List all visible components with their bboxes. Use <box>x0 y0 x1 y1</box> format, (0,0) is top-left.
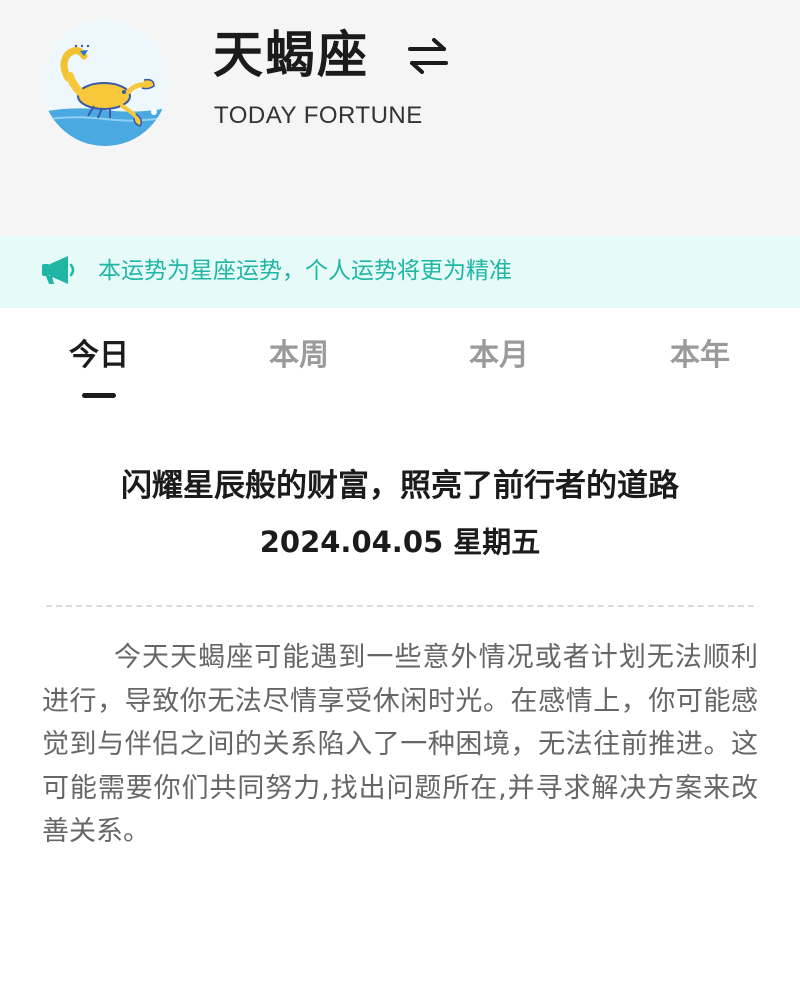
avatar <box>42 20 168 146</box>
tab-this-year[interactable]: 本年 <box>640 336 760 376</box>
fortune-headline: 闪耀星辰般的财富，照亮了前行者的道路 <box>121 468 679 504</box>
active-tab-indicator <box>82 393 116 398</box>
today-fortune-label: TODAY FORTUNE <box>214 102 423 129</box>
period-tabs: 今日 本周 本月 本年 <box>0 308 800 408</box>
header: 天蝎座 TODAY FORTUNE <box>0 0 800 236</box>
tab-this-week[interactable]: 本周 <box>239 336 359 376</box>
fortune-description: 今天天蝎座可能遇到一些意外情况或者计划无法顺利进行，导致你无法尽情享受休闲时光。… <box>42 642 758 847</box>
notice-text: 本运势为星座运势，个人运势将更为精准 <box>98 258 512 284</box>
tab-today[interactable]: 今日 <box>39 336 159 376</box>
dashed-divider <box>46 605 754 607</box>
scorpion-icon <box>42 20 168 146</box>
sign-title: 天蝎座 <box>213 26 369 84</box>
megaphone-icon <box>40 253 78 287</box>
fortune-date: 2024.04.05 星期五 <box>259 525 541 559</box>
tab-this-month[interactable]: 本月 <box>439 336 559 376</box>
swap-arrows-icon[interactable] <box>404 36 452 76</box>
